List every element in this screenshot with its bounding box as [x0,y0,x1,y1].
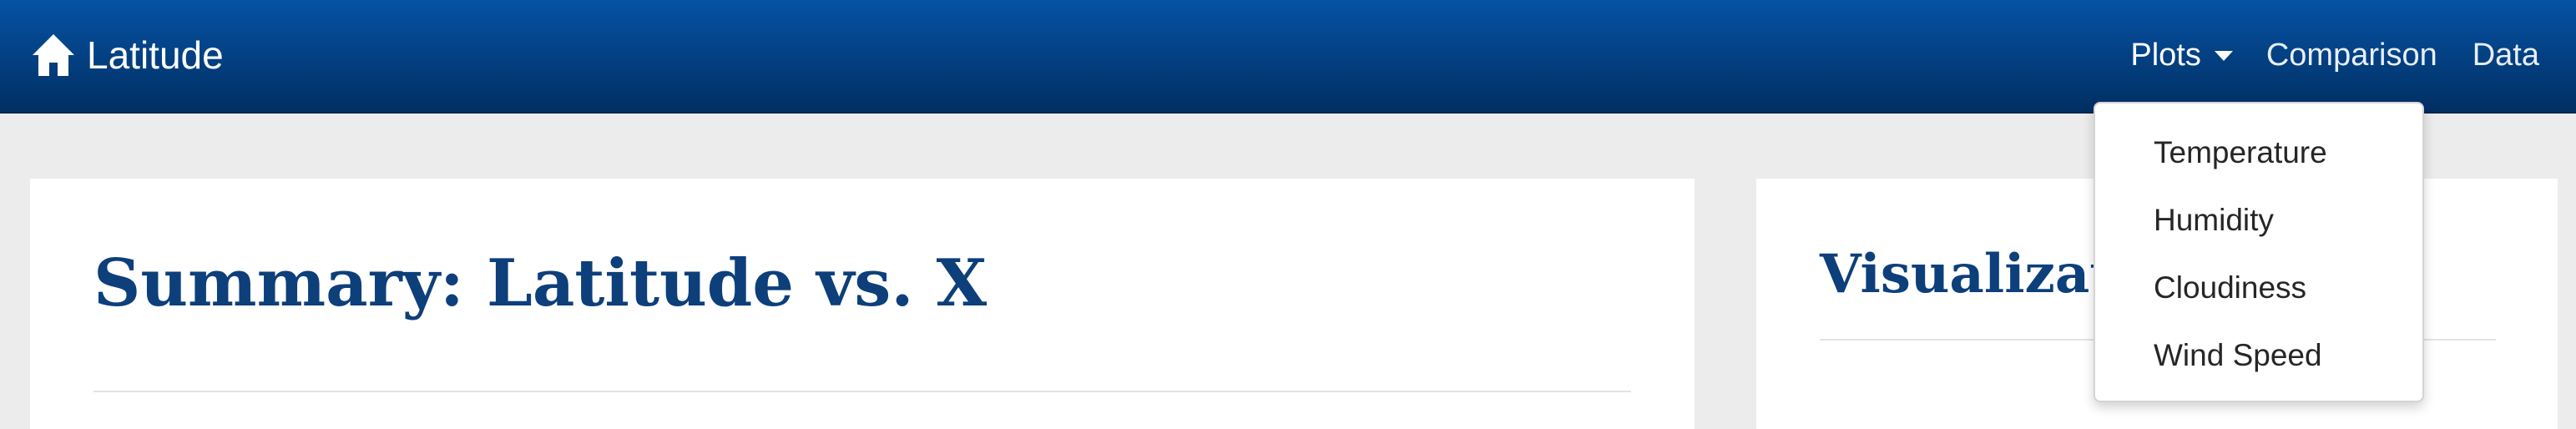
dropdown-item-wind-speed[interactable]: Wind Speed [2095,321,2422,389]
brand-label: Latitude [87,33,224,77]
navbar: Latitude Plots Comparison Data [0,0,2576,114]
plots-dropdown-menu: Temperature Humidity Cloudiness Wind Spe… [2094,102,2424,402]
summary-divider [93,391,1631,392]
nav-data-label: Data [2472,38,2539,73]
brand-link[interactable]: Latitude [30,25,224,85]
nav-plots-label: Plots [2130,38,2201,73]
home-icon [33,34,74,76]
dropdown-item-cloudiness[interactable]: Cloudiness [2095,254,2422,321]
nav-plots-dropdown-toggle[interactable]: Plots [2130,25,2233,85]
nav-comparison-link[interactable]: Comparison [2266,25,2437,85]
summary-title: Summary: Latitude vs. X [93,245,987,321]
nav-comparison-label: Comparison [2265,38,2437,73]
dropdown-item-humidity[interactable]: Humidity [2095,186,2422,254]
dropdown-item-temperature[interactable]: Temperature [2095,119,2422,186]
caret-down-icon [2214,51,2233,61]
nav-menu: Plots Comparison Data [2130,25,2539,85]
summary-card: Summary: Latitude vs. X [30,179,1695,429]
nav-data-link[interactable]: Data [2472,25,2539,85]
